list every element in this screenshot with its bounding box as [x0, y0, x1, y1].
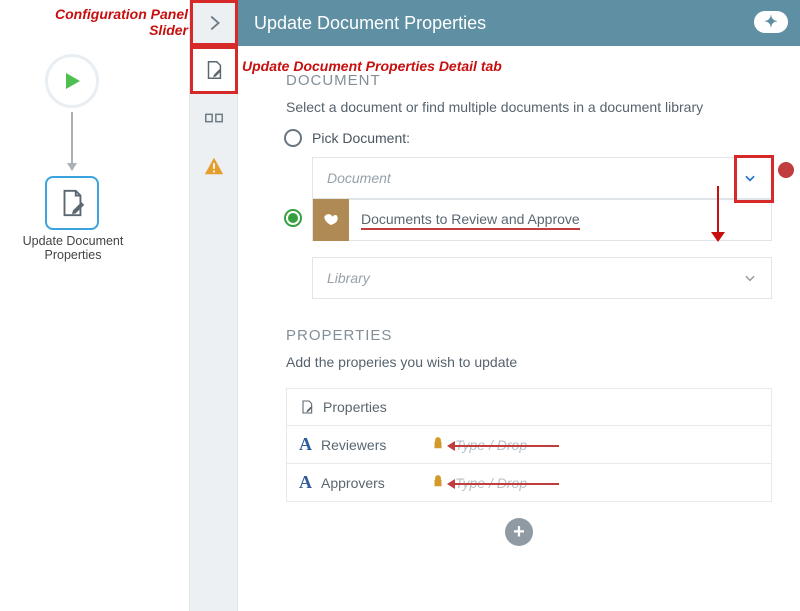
add-property-button[interactable]: + [505, 518, 533, 546]
annotation-detail-tab-label: Update Document Properties Detail tab [242, 58, 502, 74]
play-icon [60, 69, 84, 93]
activity-node-update-doc-properties[interactable] [45, 176, 99, 230]
tab-warnings[interactable] [190, 142, 238, 190]
table-row: A Reviewers Type / Drop [287, 426, 771, 464]
plus-icon: ✦ [764, 12, 777, 32]
chevron-right-icon [203, 12, 225, 34]
tab-layout[interactable] [190, 94, 238, 142]
property-value-input[interactable]: Type / Drop [455, 475, 527, 491]
radio-selected-document[interactable] [284, 209, 302, 227]
chevron-down-icon [743, 271, 757, 285]
workflow-canvas: Update Document Properties [0, 0, 190, 611]
properties-table-header-label: Properties [323, 399, 387, 415]
section-title-document: DOCUMENT [286, 72, 772, 89]
add-tag-button[interactable]: ✦ [754, 11, 788, 33]
library-dropdown-placeholder: Library [327, 270, 370, 286]
section-title-properties: PROPERTIES [286, 327, 772, 344]
properties-table-header: Properties [287, 389, 771, 426]
document-help-text: Select a document or find multiple docum… [286, 99, 772, 115]
annotation-strike-arrow [449, 483, 559, 485]
table-row: A Approvers Type / Drop [287, 464, 771, 501]
document-edit-icon [203, 59, 225, 81]
document-dropdown[interactable]: Document [312, 157, 772, 199]
config-panel-body: DOCUMENT Select a document or find multi… [238, 46, 800, 611]
library-dropdown[interactable]: Library [312, 257, 772, 299]
selected-document-label: Documents to Review and Approve [361, 211, 580, 230]
property-name: Approvers [321, 475, 431, 491]
form-layout-icon [203, 107, 225, 129]
text-type-icon: A [299, 472, 321, 493]
document-dropdown-placeholder: Document [327, 170, 391, 186]
activity-node-label: Update Document Properties [10, 234, 136, 262]
properties-table: Properties A Reviewers Type / Drop A App… [286, 388, 772, 502]
config-panel-title: Update Document Properties [254, 13, 486, 34]
radio-pick-document[interactable] [284, 129, 302, 147]
text-type-icon: A [299, 434, 321, 455]
radio-pick-document-label: Pick Document: [312, 130, 410, 146]
plus-icon: + [513, 521, 525, 544]
start-node[interactable] [45, 54, 99, 108]
annotation-slider-label: Configuration Panel Slider [38, 6, 188, 38]
annotation-dot [778, 162, 794, 178]
document-edit-icon [57, 188, 87, 218]
property-name: Reviewers [321, 437, 431, 453]
annotation-strike-arrow [449, 445, 559, 447]
properties-help-text: Add the properies you wish to update [286, 354, 772, 370]
config-panel-slider[interactable] [190, 0, 238, 46]
config-panel-header: Update Document Properties ✦ [238, 0, 800, 46]
config-panel-tabstrip [190, 0, 238, 611]
selected-document-row[interactable]: Documents to Review and Approve [312, 199, 772, 241]
collection-icon [313, 199, 349, 241]
warning-icon [203, 155, 225, 177]
property-value-input[interactable]: Type / Drop [455, 437, 527, 453]
tab-detail[interactable] [190, 46, 238, 94]
connector-line [71, 112, 73, 170]
chevron-down-icon [743, 171, 757, 185]
document-icon [299, 399, 315, 415]
